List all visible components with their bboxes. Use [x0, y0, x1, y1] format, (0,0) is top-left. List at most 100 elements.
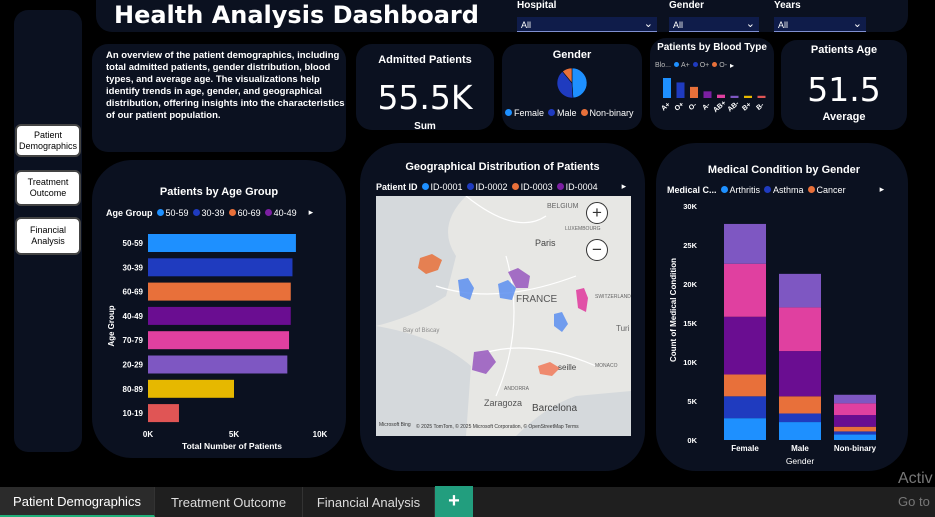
- legend-item-id-0004[interactable]: ID-0004: [556, 182, 598, 192]
- blood-bar: [703, 91, 712, 98]
- legend-dot: [720, 185, 728, 193]
- region-id-0002[interactable]: [554, 312, 568, 332]
- legend-item-o-neg[interactable]: O-: [712, 62, 727, 69]
- age-x-tick: 5K: [229, 430, 239, 439]
- condition-y-tick: 10K: [683, 358, 697, 367]
- region-id-0004[interactable]: [472, 350, 496, 374]
- legend-item-30-39[interactable]: 30-39: [192, 208, 225, 218]
- tab-treatment-outcome[interactable]: Treatment Outcome: [155, 487, 303, 517]
- age-y-axis-label: Age Group: [107, 305, 116, 346]
- condition-y-tick: 30K: [683, 202, 697, 211]
- legend-dot: [556, 182, 564, 190]
- map-label-switzerland: SWITZERLAND: [595, 294, 631, 300]
- blood-tick-label: O+: [674, 101, 686, 112]
- map-label-bay-of-biscay: Bay of Biscay: [403, 328, 440, 334]
- hospital-slicer[interactable]: Hospital All ⌄: [517, 0, 657, 32]
- nav-treatment-outcome[interactable]: Treatment Outcome: [15, 170, 81, 206]
- nav-patient-demographics[interactable]: Patient Demographics: [15, 124, 81, 157]
- condition-bar-segment: [779, 396, 821, 414]
- blood-type-title: Patients by Blood Type: [657, 42, 767, 53]
- legend-item-id-0001[interactable]: ID-0001: [421, 182, 463, 192]
- legend-item-asthma[interactable]: Asthma: [764, 185, 804, 195]
- age-bar: [148, 379, 234, 398]
- age-x-tick: 0K: [143, 430, 153, 439]
- condition-y-tick: 5K: [687, 397, 697, 406]
- condition-bar-segment: [779, 273, 821, 308]
- gender-slicer[interactable]: Gender All ⌄: [669, 0, 759, 32]
- legend-item-50-59[interactable]: 50-59: [156, 208, 189, 218]
- age-category-label: 80-89: [123, 385, 144, 394]
- legend-item-arthritis[interactable]: Arthritis: [720, 185, 760, 195]
- gender-legend: Female Male Non-binary: [505, 108, 634, 118]
- blood-bar: [717, 94, 725, 98]
- legend-item-a-pos[interactable]: A+: [673, 62, 690, 69]
- map-label-belgium: BELGIUM: [547, 203, 579, 210]
- blood-tick-label: AB-: [727, 100, 742, 114]
- years-dropdown[interactable]: All ⌄: [774, 17, 866, 32]
- map-view[interactable]: BELGIUM LUXEMBOURG Paris FRANCE SWITZERL…: [376, 196, 631, 436]
- blood-tick-label: B+: [741, 101, 753, 112]
- legend-item-60-69[interactable]: 60-69: [228, 208, 261, 218]
- blood-tick-label: B-: [755, 101, 766, 112]
- legend-next-arrow[interactable]: ▸: [309, 207, 314, 218]
- legend-dot: [764, 185, 772, 193]
- age-category-label: 10-19: [123, 409, 144, 418]
- condition-bar-segment: [724, 223, 766, 264]
- legend-item-id-0002[interactable]: ID-0002: [466, 182, 508, 192]
- patients-age-sub: Average: [822, 111, 866, 123]
- map-label-france: FRANCE: [516, 294, 558, 305]
- age-category-label: 20-29: [123, 361, 144, 370]
- region-id-0004[interactable]: [576, 288, 588, 312]
- blood-bar: [676, 82, 685, 98]
- age-bar: [148, 282, 291, 301]
- age-category-label: 30-39: [123, 263, 144, 272]
- nav-financial-analysis[interactable]: Financial Analysis: [15, 217, 81, 255]
- gender-dropdown[interactable]: All ⌄: [669, 17, 759, 32]
- legend-item-female[interactable]: Female: [505, 108, 544, 118]
- age-bar: [148, 234, 296, 252]
- map-label-marseille: seille: [558, 363, 577, 372]
- age-bar: [148, 331, 290, 350]
- tab-patient-demographics[interactable]: Patient Demographics: [0, 487, 155, 517]
- region-id-0003[interactable]: [538, 362, 560, 376]
- hospital-dropdown[interactable]: All ⌄: [517, 17, 657, 32]
- map-label-barcelona: Barcelona: [532, 403, 578, 414]
- legend-dot-non-binary: [580, 109, 588, 116]
- legend-dot: [264, 208, 272, 216]
- legend-item-cancer[interactable]: Cancer: [807, 185, 846, 195]
- legend-item-male[interactable]: Male: [548, 108, 577, 118]
- legend-item-id-0003[interactable]: ID-0003: [511, 182, 553, 192]
- blood-bar: [757, 95, 766, 98]
- legend-next-arrow[interactable]: ▸: [880, 184, 885, 195]
- legend-item-o-pos[interactable]: O+: [692, 62, 709, 69]
- sea-area: [376, 326, 471, 436]
- condition-x-axis-label: Gender: [786, 456, 815, 466]
- condition-legend: Medical C... Arthritis Asthma Cancer ▸: [667, 184, 884, 195]
- legend-next-arrow[interactable]: ▸: [730, 61, 734, 70]
- hospital-slicer-label: Hospital: [517, 0, 557, 11]
- condition-bar-segment: [779, 351, 821, 397]
- zoom-out-button[interactable]: −: [586, 239, 608, 261]
- years-slicer[interactable]: Years All ⌄: [774, 0, 866, 32]
- region-id-0001[interactable]: [458, 278, 474, 300]
- condition-stacked-bar-chart: 0K 5K 10K 15K 20K 25K 30K Female Male Non-binary G…: [669, 202, 877, 466]
- condition-bar-segment: [724, 316, 766, 375]
- chevron-down-icon: ⌄: [643, 18, 653, 30]
- legend-next-arrow[interactable]: ▸: [622, 181, 627, 192]
- zoom-in-button[interactable]: +: [586, 202, 608, 224]
- pie-slice-female: [571, 67, 588, 99]
- add-page-button[interactable]: +: [435, 486, 473, 517]
- patients-age-label: Patients Age: [810, 44, 878, 56]
- condition-bar-segment: [834, 415, 876, 427]
- geo-legend-title: Patient ID: [376, 181, 418, 192]
- blood-legend-prefix: Blo...: [655, 62, 671, 69]
- map-attribution[interactable]: © 2025 TomTom, © 2025 Microsoft Corporat…: [416, 424, 579, 430]
- condition-y-tick: 15K: [683, 319, 697, 328]
- tab-financial-analysis[interactable]: Financial Analysis: [303, 487, 435, 517]
- age-x-axis-label: Total Number of Patients: [182, 441, 282, 451]
- blood-bar: [690, 86, 698, 98]
- condition-bar-segment: [834, 394, 876, 404]
- legend-item-non-binary[interactable]: Non-binary: [580, 108, 634, 118]
- legend-dot: [511, 182, 519, 190]
- legend-item-40-49[interactable]: 40-49: [264, 208, 297, 218]
